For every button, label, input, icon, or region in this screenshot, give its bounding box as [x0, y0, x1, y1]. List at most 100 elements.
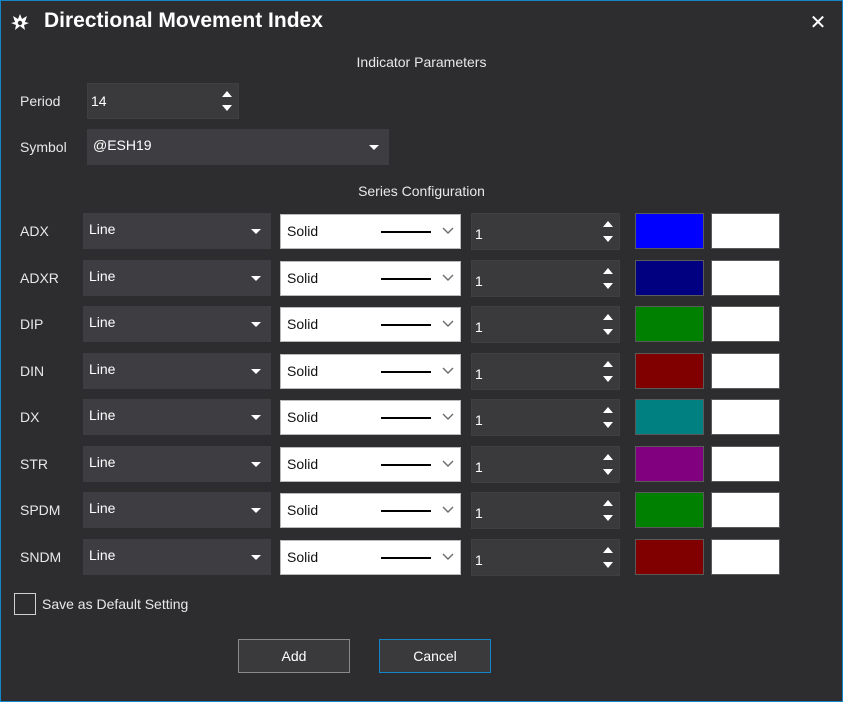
series-secondary-color-swatch[interactable]	[711, 213, 780, 249]
decrement-icon[interactable]	[603, 469, 613, 475]
line-width-value[interactable]: 1	[475, 214, 483, 254]
save-default-checkbox[interactable]	[14, 593, 36, 615]
line-style-preview	[381, 371, 431, 373]
series-color-swatch[interactable]	[635, 446, 704, 482]
line-width-stepper[interactable]: 1	[471, 539, 620, 576]
chevron-down-icon[interactable]	[442, 506, 454, 514]
decrement-icon[interactable]	[603, 515, 613, 521]
line-width-stepper[interactable]: 1	[471, 306, 620, 343]
increment-icon[interactable]	[222, 91, 232, 97]
series-color-swatch[interactable]	[635, 260, 704, 296]
series-secondary-color-swatch[interactable]	[711, 492, 780, 528]
line-style-select[interactable]: Solid	[280, 261, 461, 296]
chevron-down-icon[interactable]	[442, 274, 454, 282]
increment-icon[interactable]	[603, 221, 613, 227]
decrement-icon[interactable]	[603, 562, 613, 568]
chevron-down-icon[interactable]	[442, 460, 454, 468]
line-width-value[interactable]: 1	[475, 447, 483, 487]
increment-icon[interactable]	[603, 268, 613, 274]
decrement-icon[interactable]	[603, 236, 613, 242]
chevron-down-icon[interactable]	[251, 555, 261, 560]
cancel-button[interactable]: Cancel	[379, 639, 491, 673]
symbol-label: Symbol	[20, 139, 67, 155]
decrement-icon[interactable]	[603, 422, 613, 428]
increment-icon[interactable]	[603, 454, 613, 460]
line-style-select[interactable]: Solid	[280, 354, 461, 389]
series-secondary-color-swatch[interactable]	[711, 399, 780, 435]
line-width-value[interactable]: 1	[475, 354, 483, 394]
series-color-swatch[interactable]	[635, 353, 704, 389]
chevron-down-icon[interactable]	[442, 320, 454, 328]
line-style-value: Solid	[287, 549, 319, 565]
series-color-swatch[interactable]	[635, 492, 704, 528]
increment-icon[interactable]	[603, 314, 613, 320]
line-width-stepper[interactable]: 1	[471, 260, 620, 297]
series-type-select[interactable]: Line	[83, 353, 271, 389]
line-style-select[interactable]: Solid	[280, 307, 461, 342]
series-color-swatch[interactable]	[635, 539, 704, 575]
line-width-value[interactable]: 1	[475, 540, 483, 580]
period-stepper[interactable]: 14	[87, 83, 239, 119]
line-width-stepper[interactable]: 1	[471, 492, 620, 529]
series-secondary-color-swatch[interactable]	[711, 446, 780, 482]
series-color-swatch[interactable]	[635, 399, 704, 435]
series-name-label: SNDM	[20, 549, 62, 565]
increment-icon[interactable]	[603, 407, 613, 413]
series-type-value: Line	[89, 407, 116, 423]
series-type-value: Line	[89, 221, 116, 237]
line-style-value: Solid	[287, 456, 319, 472]
series-type-select[interactable]: Line	[83, 260, 271, 296]
close-icon[interactable]: ✕	[807, 11, 829, 33]
series-secondary-color-swatch[interactable]	[711, 260, 780, 296]
line-style-value: Solid	[287, 270, 319, 286]
symbol-select[interactable]: @ESH19	[87, 129, 389, 165]
chevron-down-icon[interactable]	[369, 145, 379, 150]
increment-icon[interactable]	[603, 500, 613, 506]
series-type-select[interactable]: Line	[83, 306, 271, 342]
series-secondary-color-swatch[interactable]	[711, 306, 780, 342]
chevron-down-icon[interactable]	[442, 367, 454, 375]
chevron-down-icon[interactable]	[251, 322, 261, 327]
series-type-select[interactable]: Line	[83, 399, 271, 435]
decrement-icon[interactable]	[603, 283, 613, 289]
chevron-down-icon[interactable]	[442, 227, 454, 235]
line-style-select[interactable]: Solid	[280, 447, 461, 482]
line-width-value[interactable]: 1	[475, 493, 483, 533]
line-style-select[interactable]: Solid	[280, 540, 461, 575]
series-type-select[interactable]: Line	[83, 539, 271, 575]
chevron-down-icon[interactable]	[251, 229, 261, 234]
increment-icon[interactable]	[603, 361, 613, 367]
line-width-stepper[interactable]: 1	[471, 446, 620, 483]
line-width-stepper[interactable]: 1	[471, 213, 620, 250]
decrement-icon[interactable]	[603, 329, 613, 335]
decrement-icon[interactable]	[222, 105, 232, 111]
title-bar[interactable]: Directional Movement Index ✕	[1, 1, 842, 45]
line-width-value[interactable]: 1	[475, 400, 483, 440]
line-width-stepper[interactable]: 1	[471, 353, 620, 390]
series-type-select[interactable]: Line	[83, 213, 271, 249]
line-width-stepper[interactable]: 1	[471, 399, 620, 436]
chevron-down-icon[interactable]	[251, 415, 261, 420]
increment-icon[interactable]	[603, 547, 613, 553]
series-color-swatch[interactable]	[635, 213, 704, 249]
line-width-value[interactable]: 1	[475, 261, 483, 301]
line-style-select[interactable]: Solid	[280, 214, 461, 249]
line-width-value[interactable]: 1	[475, 307, 483, 347]
period-value[interactable]: 14	[91, 84, 107, 118]
add-button[interactable]: Add	[238, 639, 350, 673]
chevron-down-icon[interactable]	[442, 553, 454, 561]
series-secondary-color-swatch[interactable]	[711, 353, 780, 389]
series-color-swatch[interactable]	[635, 306, 704, 342]
series-type-select[interactable]: Line	[83, 446, 271, 482]
line-style-select[interactable]: Solid	[280, 493, 461, 528]
chevron-down-icon[interactable]	[251, 508, 261, 513]
chevron-down-icon[interactable]	[251, 276, 261, 281]
decrement-icon[interactable]	[603, 376, 613, 382]
chevron-down-icon[interactable]	[251, 369, 261, 374]
chevron-down-icon[interactable]	[442, 413, 454, 421]
series-type-select[interactable]: Line	[83, 492, 271, 528]
series-secondary-color-swatch[interactable]	[711, 539, 780, 575]
line-style-select[interactable]: Solid	[280, 400, 461, 435]
save-default-label[interactable]: Save as Default Setting	[42, 596, 188, 612]
chevron-down-icon[interactable]	[251, 462, 261, 467]
